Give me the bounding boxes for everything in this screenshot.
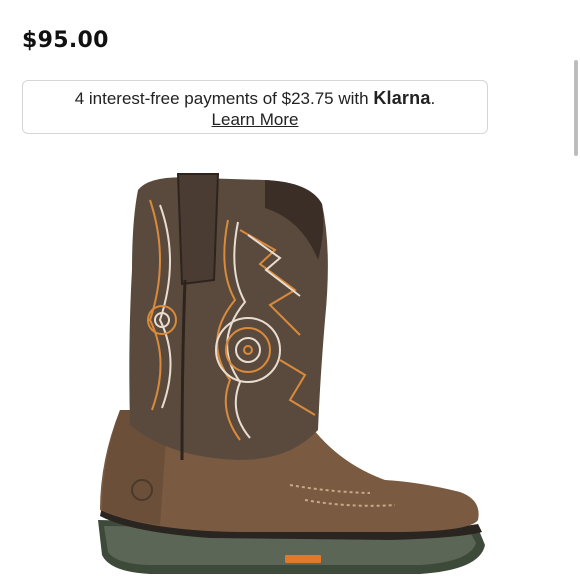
klarna-text-after: .	[430, 89, 436, 108]
klarna-text-before: 4 interest-free payments of $23.75 with	[74, 89, 374, 108]
learn-more-link[interactable]: Learn More	[212, 110, 299, 129]
boot-pull-strap	[176, 173, 220, 286]
scrollbar-thumb[interactable]	[574, 60, 578, 156]
klarna-logo: Klarna	[373, 88, 431, 108]
product-price: $95.00	[22, 28, 109, 53]
product-image[interactable]	[90, 160, 510, 580]
klarna-installment-text: 4 interest-free payments of $23.75 with …	[23, 88, 487, 109]
klarna-payment-banner: 4 interest-free payments of $23.75 with …	[22, 80, 488, 134]
